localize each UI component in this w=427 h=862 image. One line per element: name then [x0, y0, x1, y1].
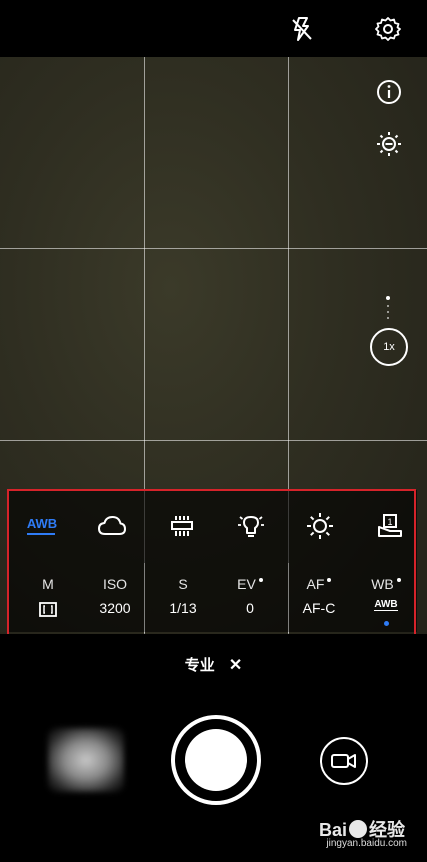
param-label: WB — [371, 576, 394, 592]
awb-underline — [26, 533, 55, 535]
zoom-dot — [387, 311, 389, 313]
watermark-brand: Bai — [318, 820, 347, 840]
shutter-inner — [185, 729, 247, 791]
param-label: ISO — [102, 576, 128, 592]
dot-indicator — [258, 578, 263, 582]
param-value: 0 — [246, 600, 254, 616]
custom-wb-icon[interactable]: 1 — [367, 503, 413, 549]
param-label-wrap: AF — [289, 575, 349, 593]
video-mode-button[interactable] — [320, 737, 368, 785]
awb-label: AWB — [26, 516, 58, 531]
wb-preset-awb[interactable]: AWB — [19, 503, 65, 549]
metering-icon — [18, 599, 78, 617]
sunny-icon[interactable] — [297, 503, 343, 549]
param-value: 1/13 — [169, 600, 197, 616]
zoom-label: 1x — [383, 341, 395, 353]
flash-off-icon[interactable] — [287, 14, 317, 44]
divider — [144, 563, 145, 633]
param-label: AF — [306, 576, 325, 592]
param-ev[interactable]: EV 0 — [220, 575, 280, 617]
watermark-url: jingyan.baidu.com — [326, 838, 407, 849]
watermark-brand2: 经验 — [369, 820, 405, 840]
cloudy-icon[interactable] — [89, 503, 135, 549]
custom-wb-badge: 1 — [387, 517, 392, 527]
dot-indicator — [396, 578, 401, 582]
grid-line — [0, 248, 427, 249]
param-af[interactable]: AF AF-C — [289, 575, 349, 617]
param-shutter[interactable]: S 1/13 — [153, 575, 213, 617]
param-value: 3200 — [99, 600, 131, 616]
param-value: AF-C — [302, 600, 336, 616]
shutter-button[interactable] — [171, 715, 261, 805]
param-label-wrap: WB — [356, 575, 416, 593]
fluorescent-icon[interactable] — [159, 503, 205, 549]
settings-gear-icon[interactable] — [372, 13, 404, 45]
param-wb[interactable]: WB AWB — [356, 575, 416, 626]
incandescent-bulb-icon[interactable] — [228, 503, 274, 549]
zoom-dot — [387, 305, 389, 307]
param-label: EV — [237, 576, 256, 592]
info-icon[interactable] — [374, 77, 404, 107]
close-icon[interactable]: ✕ — [229, 657, 242, 674]
grid-line — [0, 440, 427, 441]
zoom-dot — [386, 296, 390, 300]
zoom-dot — [387, 317, 389, 319]
param-label: M — [42, 576, 54, 592]
paw-icon — [349, 820, 367, 838]
active-indicator — [383, 621, 389, 626]
zoom-button[interactable]: 1x — [370, 328, 408, 366]
param-metering[interactable]: M — [18, 575, 78, 617]
gallery-thumbnail[interactable] — [48, 728, 124, 792]
wb-preset-row: AWB 1 — [8, 503, 417, 549]
param-value: AWB — [374, 599, 398, 611]
param-label: S — [178, 576, 188, 592]
mode-bar: 专业 ✕ — [0, 654, 427, 675]
dot-indicator — [327, 578, 332, 582]
param-value-wrap: AWB — [356, 599, 416, 617]
param-label-wrap: EV — [220, 575, 280, 593]
mode-label: 专业 — [184, 657, 215, 674]
top-bar — [0, 0, 427, 57]
video-camera-icon — [331, 754, 356, 768]
exposure-adjust-icon[interactable] — [374, 129, 404, 159]
param-iso[interactable]: ISO 3200 — [85, 575, 145, 617]
